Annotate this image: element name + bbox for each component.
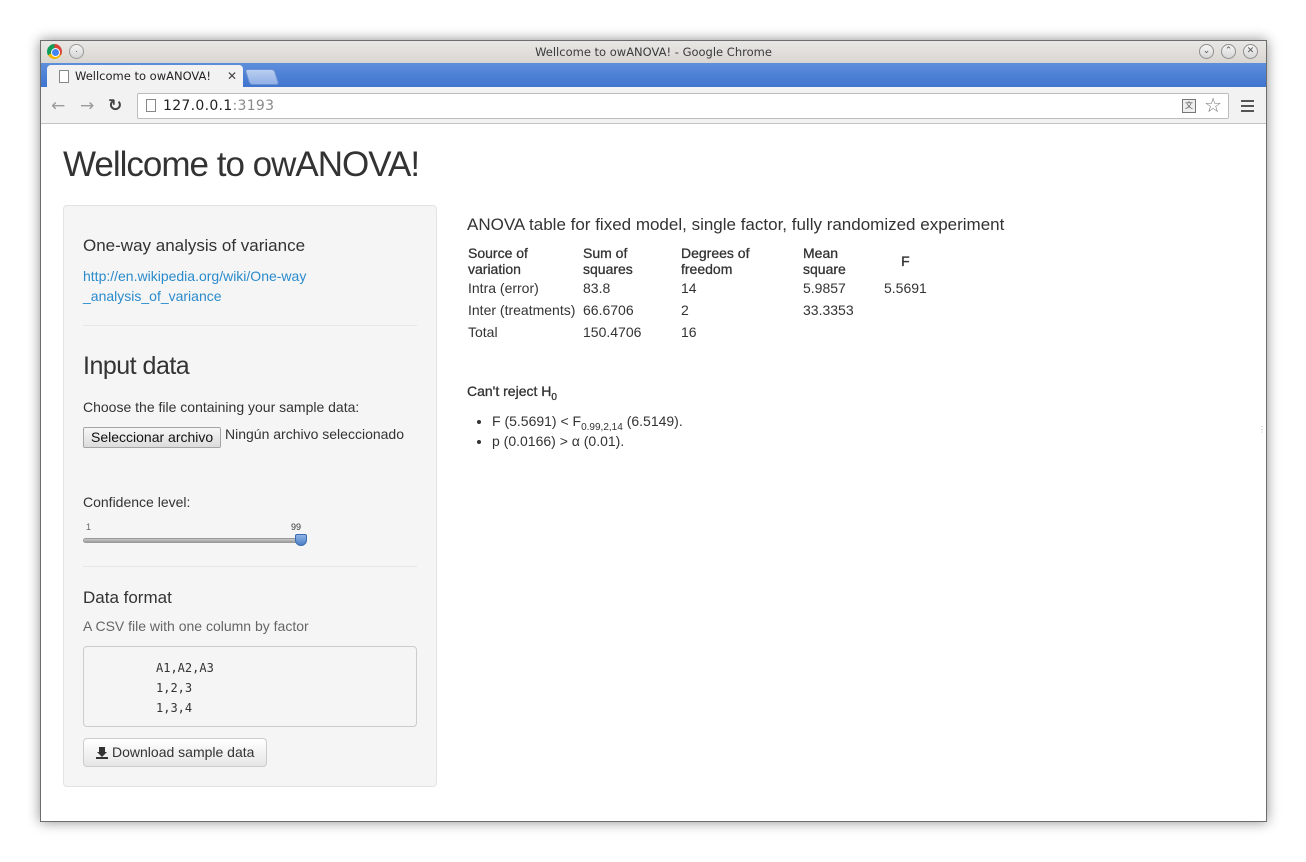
input-data-heading: Input data bbox=[83, 352, 190, 380]
about-heading: One-way analysis of variance bbox=[83, 236, 306, 255]
browser-window: · Wellcome to owANOVA! - Google Chrome ⌄… bbox=[40, 40, 1267, 822]
table-cell bbox=[883, 321, 928, 343]
forward-arrow-icon[interactable]: → bbox=[80, 96, 94, 116]
window-controls: ⌄ ⌃ ✕ bbox=[1199, 44, 1258, 59]
tab-active[interactable]: Wellcome to owANOVA! ✕ bbox=[47, 65, 243, 87]
table-cell: Total bbox=[468, 324, 498, 340]
slider-min-label: 1 bbox=[86, 522, 92, 532]
list-item: p (0.0166) > α (0.01). bbox=[492, 433, 683, 453]
new-tab-button[interactable] bbox=[244, 69, 280, 85]
translate-icon[interactable]: 文 bbox=[1182, 99, 1196, 113]
page-content: Wellcome to owANOVA! One-way analysis of… bbox=[41, 125, 1266, 821]
slider-value-label: 99 bbox=[291, 522, 302, 532]
slider-fill bbox=[84, 539, 300, 542]
table-cell bbox=[802, 321, 883, 343]
table-cell: 83.8 bbox=[583, 280, 611, 296]
maximize-button[interactable]: ⌃ bbox=[1221, 44, 1236, 59]
confidence-slider-handle[interactable] bbox=[295, 534, 307, 546]
download-label: Download sample data bbox=[112, 744, 255, 760]
table-cell: 14 bbox=[681, 280, 697, 296]
title-bar: · Wellcome to owANOVA! - Google Chrome ⌄… bbox=[41, 41, 1266, 63]
table-cell: Inter (treatments) bbox=[468, 302, 576, 318]
download-icon bbox=[96, 746, 108, 759]
reload-icon[interactable]: ↻ bbox=[108, 96, 122, 116]
back-arrow-icon[interactable]: ← bbox=[51, 96, 65, 116]
anova-table: Source of variation Sum of squares Degre… bbox=[467, 245, 928, 343]
file-status-text: Ningún archivo seleccionado bbox=[225, 426, 404, 442]
result-list: F (5.5691) < F0.99,2,14 (6.5149). p (0.0… bbox=[492, 413, 683, 453]
column-header: Mean square bbox=[803, 245, 846, 277]
download-sample-button[interactable]: Download sample data bbox=[83, 738, 268, 767]
page-icon bbox=[146, 99, 156, 112]
divider bbox=[83, 325, 417, 326]
page-title: Wellcome to owANOVA! bbox=[63, 145, 420, 184]
table-cell: 150.4706 bbox=[583, 324, 642, 340]
window-title: Wellcome to owANOVA! - Google Chrome bbox=[535, 45, 772, 59]
table-row: Inter (treatments) 66.6706 2 33.3353 bbox=[467, 299, 928, 321]
chrome-logo-icon bbox=[47, 44, 62, 59]
column-header: Source of variation bbox=[468, 245, 528, 277]
table-cell: 5.5691 bbox=[884, 280, 927, 296]
sample-line: A1,A2,A3 bbox=[156, 661, 214, 675]
resize-grip-icon[interactable]: ⋮ bbox=[1258, 425, 1266, 434]
table-cell bbox=[883, 299, 928, 321]
data-format-heading: Data format bbox=[83, 588, 172, 607]
bookmark-star-icon[interactable]: ☆ bbox=[1204, 94, 1222, 118]
page-icon bbox=[59, 69, 69, 83]
table-cell: 5.9857 bbox=[803, 280, 846, 296]
browser-toolbar: ← → ↻ 127.0.0.1:3193 文 ☆ bbox=[41, 87, 1266, 124]
table-row: Intra (error) 83.8 14 5.9857 5.5691 bbox=[467, 277, 928, 299]
chrome-menu-icon[interactable] bbox=[1241, 100, 1254, 115]
close-tab-icon[interactable]: ✕ bbox=[227, 69, 237, 83]
close-window-button[interactable]: ✕ bbox=[1243, 44, 1258, 59]
file-input-label: Choose the file containing your sample d… bbox=[83, 399, 360, 415]
column-header: Degrees of freedom bbox=[681, 245, 750, 277]
verdict-text: Can't reject H0 bbox=[467, 383, 557, 403]
table-cell: 2 bbox=[681, 302, 689, 318]
table-cell: 66.6706 bbox=[583, 302, 634, 318]
table-header-row: Source of variation Sum of squares Degre… bbox=[467, 245, 928, 277]
anova-heading: ANOVA table for fixed model, single fact… bbox=[467, 215, 1005, 234]
choose-file-button[interactable]: Seleccionar archivo bbox=[83, 427, 222, 448]
table-cell: 33.3353 bbox=[803, 302, 854, 318]
tab-strip: Wellcome to owANOVA! ✕ bbox=[41, 63, 1266, 87]
column-header: F bbox=[901, 253, 910, 269]
table-cell: Intra (error) bbox=[468, 280, 539, 296]
sample-line: 1,2,3 bbox=[156, 681, 193, 695]
window-menu-button[interactable]: · bbox=[69, 44, 84, 59]
wikipedia-link[interactable]: http://en.wikipedia.org/wiki/One-way_ana… bbox=[83, 266, 313, 306]
url-text: 127.0.0.1:3193 bbox=[163, 98, 275, 114]
tab-title: Wellcome to owANOVA! bbox=[75, 69, 212, 83]
table-cell: 16 bbox=[681, 324, 697, 340]
sample-data-block: A1,A2,A3 1,2,3 1,3,4 bbox=[83, 646, 417, 727]
sample-line: 1,3,4 bbox=[156, 701, 193, 715]
sidebar-panel: One-way analysis of variance http://en.w… bbox=[63, 205, 437, 787]
minimize-button[interactable]: ⌄ bbox=[1199, 44, 1214, 59]
confidence-label: Confidence level: bbox=[83, 494, 191, 510]
address-bar[interactable]: 127.0.0.1:3193 文 ☆ bbox=[137, 93, 1229, 119]
divider bbox=[83, 566, 417, 567]
list-item: F (5.5691) < F0.99,2,14 (6.5149). bbox=[492, 413, 683, 433]
data-format-description: A CSV file with one column by factor bbox=[83, 618, 309, 634]
table-row: Total 150.4706 16 bbox=[467, 321, 928, 343]
confidence-slider-track[interactable] bbox=[83, 538, 301, 543]
column-header: Sum of squares bbox=[583, 245, 633, 277]
